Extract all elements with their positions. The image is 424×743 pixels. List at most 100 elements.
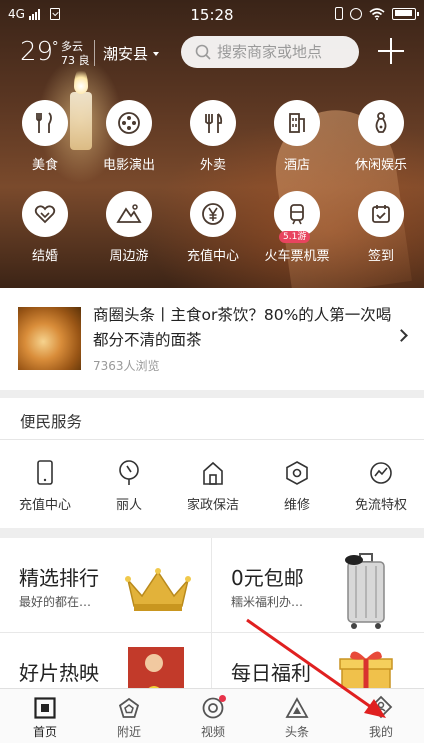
triangle-icon (255, 689, 339, 719)
hotel-building-icon (274, 100, 320, 146)
phone-icon (3, 460, 87, 486)
wifi-icon (369, 7, 385, 20)
service-beauty[interactable]: 丽人 (87, 460, 171, 513)
headline-text: 商圈头条丨主食or茶饮？80%的人第一次喝都分不清的面茶 (93, 306, 392, 349)
service-label: 充值中心 (18, 498, 71, 513)
nav-nearby[interactable]: 附近 (87, 689, 171, 743)
category-recharge[interactable]: 充值中心 (171, 191, 255, 264)
promo-subtitle: 糯米福利办… (231, 595, 304, 609)
yen-coin-icon (190, 191, 236, 237)
category-label: 酒店 (283, 158, 310, 173)
section-title: 便民服务 (20, 413, 83, 431)
video-circle-icon (171, 689, 255, 719)
nav-mine[interactable]: 我的 (339, 689, 423, 743)
category-label: 火车票机票 (264, 249, 330, 264)
city-name: 潮安县 (103, 45, 149, 63)
promo-badge: 5.1游 (279, 231, 311, 243)
divider (0, 439, 424, 440)
category-delivery[interactable]: 外卖 (171, 100, 255, 173)
train-icon: 5.1游 (274, 191, 320, 243)
category-movies[interactable]: 电影演出 (87, 100, 171, 173)
service-recharge[interactable]: 充值中心 (3, 460, 87, 513)
category-label: 充值中心 (186, 249, 239, 264)
search-bar[interactable] (181, 36, 359, 68)
service-label: 维修 (283, 498, 310, 513)
nav-home[interactable]: 首页 (3, 689, 87, 743)
promo-free-shipping[interactable]: 0元包邮 糯米福利办… (212, 538, 423, 633)
calendar-check-icon (358, 191, 404, 237)
bowling-icon (358, 100, 404, 146)
pulse-icon (339, 460, 423, 486)
category-label: 周边游 (109, 249, 149, 264)
category-label: 签到 (367, 249, 394, 264)
weather-info[interactable]: 多云 73 良 (61, 40, 90, 68)
search-icon (195, 44, 211, 60)
bottom-navigation: 首页 附近 视频 头条 我的 (0, 688, 424, 743)
service-label: 免流特权 (354, 498, 407, 513)
category-wedding[interactable]: 结婚 (3, 191, 87, 264)
film-reel-icon (106, 100, 152, 146)
fork-knife-icon (22, 100, 68, 146)
promo-title: 0元包邮 (231, 566, 304, 590)
headline-views: 7363人浏览 (93, 359, 160, 373)
category-food[interactable]: 美食 (3, 100, 87, 173)
home-square-icon (3, 689, 87, 719)
service-label: 丽人 (115, 498, 142, 513)
headline-card[interactable]: 商圈头条丨主食or茶饮？80%的人第一次喝都分不清的面茶 7363人浏览 (0, 288, 424, 390)
diamond-user-icon (339, 689, 423, 719)
suitcase-icon (345, 553, 385, 629)
promo-ranking[interactable]: 精选排行 最好的都在… (0, 538, 211, 633)
alarm-icon (350, 7, 362, 20)
category-label: 结婚 (31, 249, 58, 264)
temperature-unit: ° (52, 40, 59, 55)
convenience-services: 便民服务 充值中心 丽人 家政保洁 维修 免流特权 (0, 398, 424, 528)
service-repair[interactable]: 维修 (255, 460, 339, 513)
mirror-icon (87, 460, 171, 486)
pentagon-icon (87, 689, 171, 719)
nav-label: 我的 (368, 725, 393, 739)
category-hotel[interactable]: 酒店 (255, 100, 339, 173)
status-bar: 4G 15:28 (0, 0, 424, 30)
notification-dot (219, 695, 226, 702)
city-selector[interactable]: 潮安县 (103, 43, 160, 64)
category-label: 外卖 (199, 158, 226, 173)
nav-headlines[interactable]: 头条 (255, 689, 339, 743)
heart-icon (22, 191, 68, 237)
promo-title: 精选排行 (19, 566, 99, 590)
promo-title: 好片热映 (19, 661, 99, 685)
category-label: 电影演出 (102, 158, 155, 173)
mountain-icon (106, 191, 152, 237)
hero-banner: 4G 15:28 29 ° 多云 73 良 潮安县 搜索商家或地点 美食 电影演… (0, 0, 424, 288)
house-icon (171, 460, 255, 486)
chevron-right-icon (395, 329, 408, 342)
add-button[interactable] (378, 38, 404, 64)
nav-video[interactable]: 视频 (171, 689, 255, 743)
search-input[interactable] (217, 43, 357, 61)
nav-label: 头条 (284, 725, 309, 739)
nav-label: 视频 (200, 725, 225, 739)
category-label: 美食 (31, 158, 58, 173)
crown-icon (125, 568, 191, 611)
headline-thumbnail (18, 307, 81, 370)
category-leisure[interactable]: 休闲娱乐 (339, 100, 423, 173)
promo-title: 每日福利 (231, 661, 311, 685)
chevron-down-icon (153, 51, 160, 56)
promo-subtitle: 最好的都在… (19, 595, 92, 609)
weather-condition: 多云 (61, 40, 83, 53)
nav-label: 首页 (32, 725, 57, 739)
service-free-data[interactable]: 免流特权 (339, 460, 423, 513)
service-housekeeping[interactable]: 家政保洁 (171, 460, 255, 513)
category-nearby-travel[interactable]: 周边游 (87, 191, 171, 264)
category-checkin[interactable]: 签到 (339, 191, 423, 264)
header-divider (94, 40, 95, 66)
category-train-flight[interactable]: 5.1游 火车票机票 (255, 191, 339, 264)
promo-grid: 精选排行 最好的都在… 0元包邮 糯米福利办… 好片热映 每日福利 (0, 538, 424, 698)
air-quality: 73 良 (61, 54, 90, 67)
nav-label: 附近 (116, 725, 141, 739)
temperature: 29 (20, 37, 54, 67)
delivery-utensils-icon (190, 100, 236, 146)
service-label: 家政保洁 (186, 498, 239, 513)
top-header: 29 ° 多云 73 良 潮安县 (0, 34, 424, 76)
hex-nut-icon (255, 460, 339, 486)
battery-icon (392, 7, 419, 20)
